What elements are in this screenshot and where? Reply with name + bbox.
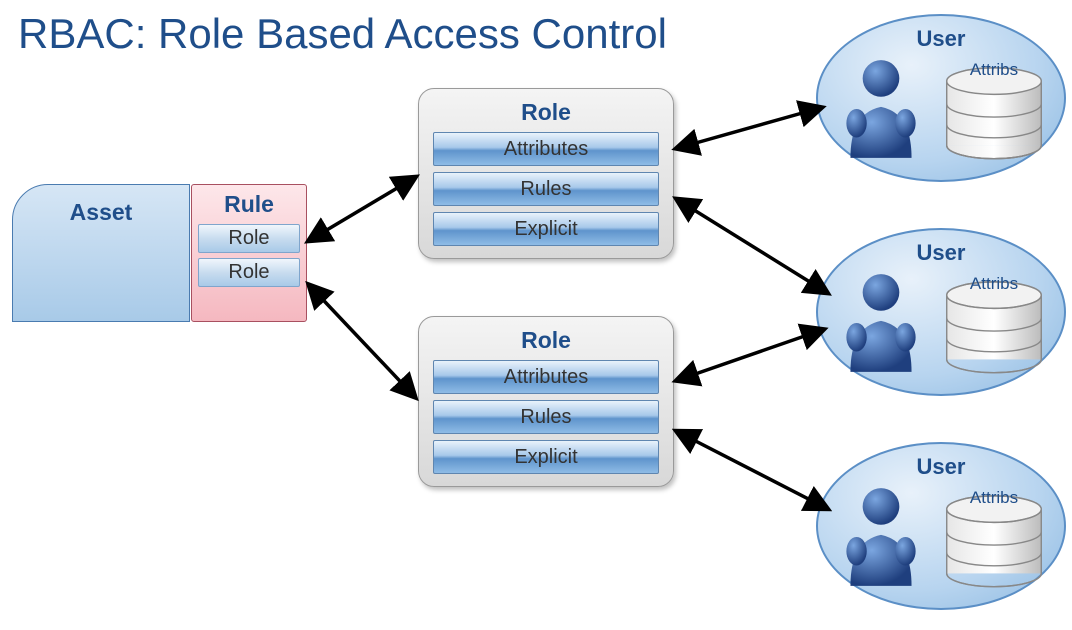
rule-role-cell: Role <box>198 224 300 253</box>
attribs-label: Attribs <box>950 274 1038 294</box>
role-rules-cell: Rules <box>433 400 659 434</box>
role-explicit-cell: Explicit <box>433 440 659 474</box>
person-icon <box>840 484 922 596</box>
attribs-label: Attribs <box>950 60 1038 80</box>
diagram-title: RBAC: Role Based Access Control <box>18 10 667 58</box>
role-rules-cell: Rules <box>433 172 659 206</box>
rule-role-cell: Role <box>198 258 300 287</box>
role-attributes-cell: Attributes <box>433 360 659 394</box>
asset-label: Asset <box>13 199 189 226</box>
database-icon <box>940 280 1048 384</box>
role-title: Role <box>433 327 659 354</box>
role-card: Role Attributes Rules Explicit <box>418 316 674 487</box>
rule-label: Rule <box>198 191 300 218</box>
asset-box: Asset <box>12 184 190 322</box>
person-icon <box>840 56 922 168</box>
role-explicit-cell: Explicit <box>433 212 659 246</box>
role-attributes-cell: Attributes <box>433 132 659 166</box>
user-label: User <box>818 240 1064 266</box>
role-title: Role <box>433 99 659 126</box>
user-label: User <box>818 454 1064 480</box>
user-oval: User Attribs <box>816 442 1066 610</box>
database-icon <box>940 66 1048 170</box>
role-card: Role Attributes Rules Explicit <box>418 88 674 259</box>
user-label: User <box>818 26 1064 52</box>
attribs-label: Attribs <box>950 488 1038 508</box>
rule-box: Rule Role Role <box>191 184 307 322</box>
person-icon <box>840 270 922 382</box>
database-icon <box>940 494 1048 598</box>
user-oval: User Attribs <box>816 228 1066 396</box>
user-oval: User <box>816 14 1066 182</box>
